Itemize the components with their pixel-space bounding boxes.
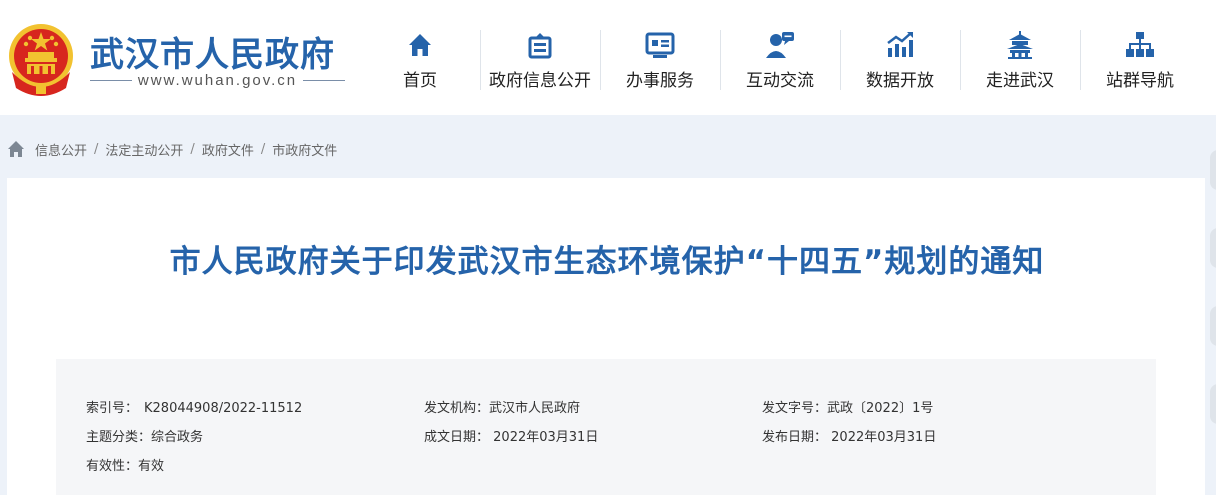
- breadcrumb-separator: /: [260, 141, 266, 157]
- nav-item-site-navigation[interactable]: 站群导航: [1080, 28, 1200, 94]
- nav-item-services[interactable]: 办事服务: [600, 28, 720, 94]
- meta-index-number: 索引号： K28044908/2022-11512: [86, 397, 424, 426]
- meta-key: 有效性：: [86, 459, 139, 474]
- nav-item-about-wuhan[interactable]: 走进武汉: [960, 28, 1080, 94]
- meta-subject-category: 主题分类：综合政务: [86, 426, 424, 455]
- meta-value: 2022年03月31日: [827, 430, 937, 445]
- nav-label: 站群导航: [1106, 71, 1174, 91]
- home-icon: [409, 34, 431, 56]
- side-float-tab[interactable]: [1210, 384, 1216, 424]
- breadcrumb: 信息公开 / 法定主动公开 / 政府文件 / 市政府文件: [7, 138, 337, 160]
- meta-key: 成文日期：: [424, 430, 490, 445]
- id-card-icon: [645, 32, 675, 58]
- article-title: 市人民政府关于印发武汉市生态环境保护“十四五”规划的通知: [169, 244, 1045, 280]
- bar-chart-icon: [887, 32, 913, 57]
- nav-item-open-data[interactable]: 数据开放: [840, 28, 960, 94]
- national-emblem-icon[interactable]: [6, 22, 76, 96]
- side-float-tab[interactable]: [1210, 150, 1216, 190]
- meta-value: 武政〔2022〕1号: [827, 401, 934, 416]
- url-divider-left: [90, 79, 132, 81]
- archive-icon: [528, 33, 552, 59]
- nav-item-interaction[interactable]: 互动交流: [720, 28, 840, 94]
- meta-key: 发布日期：: [762, 430, 828, 445]
- meta-value: K28044908/2022-11512: [144, 401, 303, 416]
- breadcrumb-item[interactable]: 市政府文件: [272, 140, 337, 159]
- meta-key: 发文机构：: [424, 401, 490, 416]
- pavilion-icon: [1007, 31, 1033, 59]
- nav-item-gov-info[interactable]: 政府信息公开: [480, 28, 600, 94]
- meta-value: 有效: [138, 459, 165, 474]
- breadcrumb-separator: /: [94, 141, 99, 157]
- document-meta-panel: 索引号： K28044908/2022-11512 发文机构：武汉市人民政府 发文…: [56, 359, 1156, 495]
- meta-value: 武汉市人民政府: [489, 401, 581, 416]
- side-float-tab[interactable]: [1210, 228, 1216, 268]
- nav-label: 办事服务: [626, 71, 694, 91]
- site-name[interactable]: 武汉市人民政府: [90, 27, 335, 76]
- meta-issuing-agency: 发文机构：武汉市人民政府: [424, 397, 762, 426]
- breadcrumb-separator: /: [190, 141, 195, 157]
- sitemap-icon: [1126, 32, 1154, 57]
- nav-label: 互动交流: [746, 71, 814, 91]
- meta-written-date: 成文日期： 2022年03月31日: [424, 426, 762, 455]
- breadcrumb-item[interactable]: 政府文件: [202, 140, 254, 159]
- meta-value: 2022年03月31日: [489, 430, 599, 445]
- document-meta-grid: 索引号： K28044908/2022-11512 发文机构：武汉市人民政府 发文…: [86, 397, 1146, 484]
- meta-key: 主题分类：: [86, 430, 152, 445]
- nav-label: 走进武汉: [986, 71, 1054, 91]
- url-divider-right: [303, 79, 346, 81]
- site-url-row: www.wuhan.gov.cn: [90, 70, 346, 90]
- side-float-tab[interactable]: [1210, 306, 1216, 346]
- meta-value: 综合政务: [151, 430, 204, 445]
- user-chat-icon: [766, 32, 794, 58]
- meta-key: 索引号：: [86, 401, 139, 416]
- meta-publish-date: 发布日期： 2022年03月31日: [762, 426, 1100, 455]
- meta-validity: 有效性：有效: [86, 455, 424, 484]
- site-url: www.wuhan.gov.cn: [137, 71, 298, 89]
- breadcrumb-item[interactable]: 法定主动公开: [105, 140, 183, 159]
- nav-label: 首页: [403, 71, 437, 91]
- site-header: 武汉市人民政府 www.wuhan.gov.cn 首页 政府信息公开 办事服务 …: [0, 0, 1216, 115]
- meta-key: 发文字号：: [762, 401, 828, 416]
- main-nav: 首页 政府信息公开 办事服务 互动交流 数据开放 走进武汉 站群导航: [360, 28, 1200, 94]
- nav-label: 政府信息公开: [489, 71, 591, 91]
- nav-label: 数据开放: [866, 71, 934, 91]
- breadcrumb-item[interactable]: 信息公开: [35, 140, 87, 159]
- nav-item-home[interactable]: 首页: [360, 28, 480, 94]
- home-icon[interactable]: [7, 140, 25, 158]
- meta-document-number: 发文字号：武政〔2022〕1号: [762, 397, 1100, 426]
- article-card: 市人民政府关于印发武汉市生态环境保护“十四五”规划的通知 索引号： K280449…: [7, 178, 1205, 495]
